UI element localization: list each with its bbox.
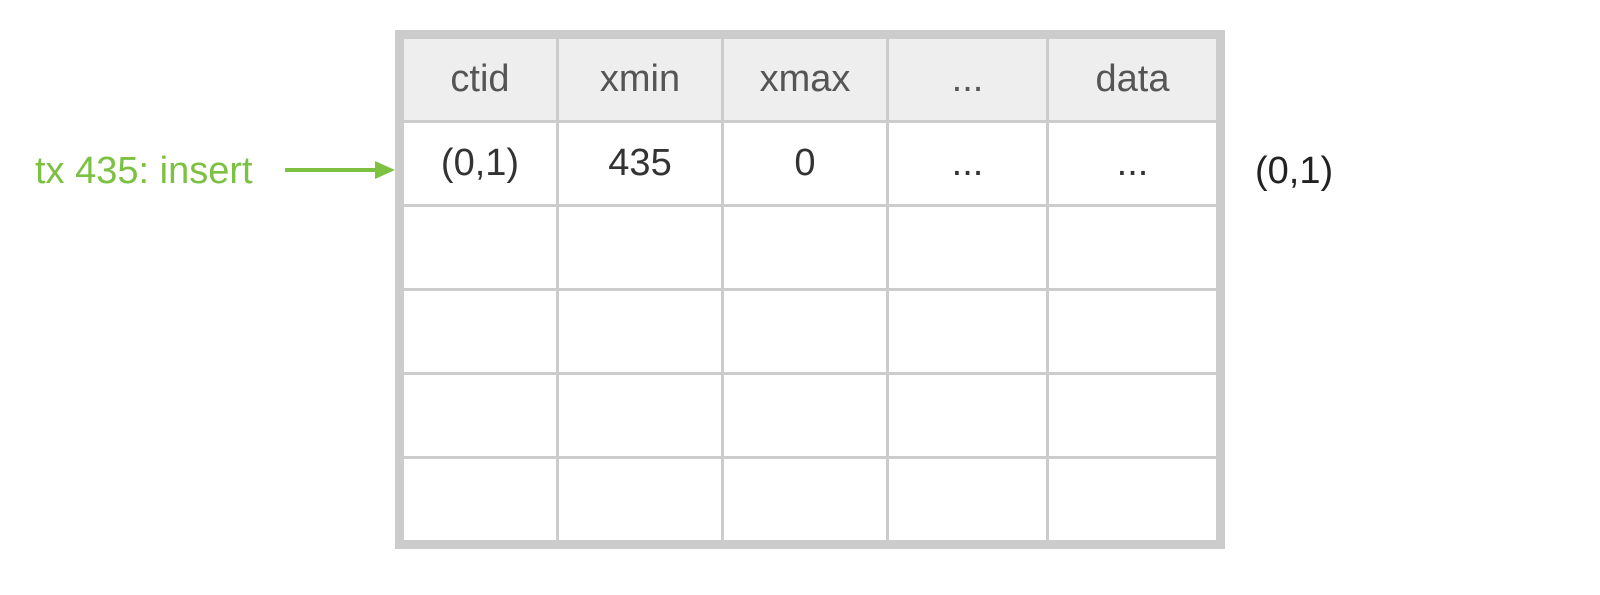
- cell-xmax: [723, 206, 888, 290]
- table-row: [403, 374, 1218, 458]
- cell-xmin: 435: [558, 122, 723, 206]
- cell-xmax: [723, 374, 888, 458]
- cell-ctid: [403, 374, 558, 458]
- cell-xmin: [558, 374, 723, 458]
- cell-ellipsis: ...: [888, 122, 1048, 206]
- header-xmin: xmin: [558, 38, 723, 122]
- header-data: data: [1048, 38, 1218, 122]
- cell-xmax: [723, 458, 888, 542]
- cell-data: [1048, 374, 1218, 458]
- cell-data: ...: [1048, 122, 1218, 206]
- cell-xmin: [558, 290, 723, 374]
- cell-ctid: (0,1): [403, 122, 558, 206]
- table-header-row: ctid xmin xmax ... data: [403, 38, 1218, 122]
- table-row: (0,1) 435 0 ... ...: [403, 122, 1218, 206]
- cell-xmin: [558, 206, 723, 290]
- header-ellipsis: ...: [888, 38, 1048, 122]
- arrow-icon: [285, 155, 395, 185]
- cell-ellipsis: [888, 374, 1048, 458]
- cell-data: [1048, 290, 1218, 374]
- cell-xmin: [558, 458, 723, 542]
- cell-xmax: [723, 290, 888, 374]
- table-row: [403, 290, 1218, 374]
- cell-ellipsis: [888, 458, 1048, 542]
- header-xmax: xmax: [723, 38, 888, 122]
- table-row: [403, 206, 1218, 290]
- cell-ellipsis: [888, 206, 1048, 290]
- row-pointer-label: (0,1): [1255, 150, 1333, 193]
- cell-xmax: 0: [723, 122, 888, 206]
- table-row: [403, 458, 1218, 542]
- transaction-annotation: tx 435: insert: [35, 150, 253, 193]
- header-ctid: ctid: [403, 38, 558, 122]
- cell-data: [1048, 206, 1218, 290]
- cell-data: [1048, 458, 1218, 542]
- cell-ellipsis: [888, 290, 1048, 374]
- tuple-table: ctid xmin xmax ... data (0,1) 435 0 ... …: [395, 30, 1225, 549]
- cell-ctid: [403, 206, 558, 290]
- cell-ctid: [403, 290, 558, 374]
- cell-ctid: [403, 458, 558, 542]
